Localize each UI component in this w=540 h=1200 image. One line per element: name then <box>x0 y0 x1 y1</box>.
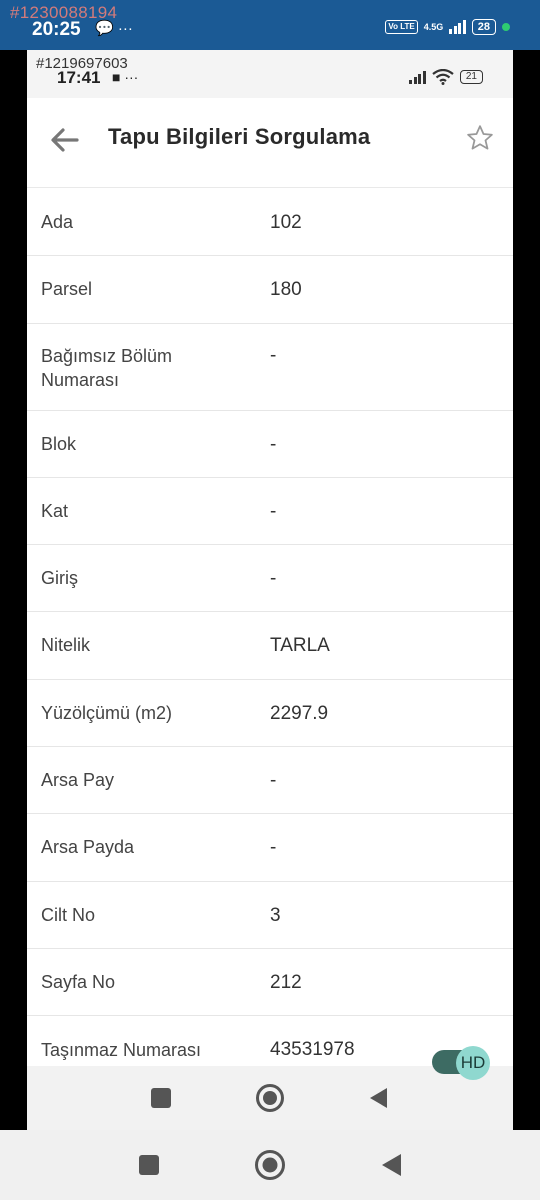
detail-value: 102 <box>270 212 302 233</box>
outer-status-icons: Vo LTE 4.5G 28 <box>385 19 510 35</box>
detail-row-giris: Giriş - <box>27 545 513 613</box>
detail-row-sayfa-no: Sayfa No 212 <box>27 949 513 1017</box>
detail-label: Nitelik <box>41 635 91 656</box>
detail-label: Bağımsız Bölüm Numarası <box>41 345 173 390</box>
inner-signal-icon <box>409 70 426 84</box>
inner-status-icons: 21 <box>409 69 483 85</box>
detail-row-yuzolcumu: Yüzölçümü (m2) 2297.9 <box>27 680 513 748</box>
inner-status-bar: #1219697603 17:41 ■ ··· 21 <box>27 50 513 98</box>
detail-value: - <box>270 837 277 859</box>
triangle-back-icon[interactable] <box>367 1086 389 1110</box>
property-details-list: Ada 102 Parsel 180 Bağımsız Bölüm Numara… <box>27 189 513 1084</box>
outer-circle-home-icon[interactable] <box>254 1149 286 1181</box>
hd-toggle[interactable]: HD <box>432 1046 492 1080</box>
privacy-dot-icon <box>502 23 510 31</box>
detail-label: Parsel <box>41 279 93 300</box>
signal-icon <box>449 20 466 34</box>
circle-home-icon[interactable] <box>255 1083 285 1113</box>
detail-row-blok: Blok - <box>27 411 513 478</box>
app-bar: Tapu Bilgileri Sorgulama <box>27 98 513 188</box>
detail-row-kat: Kat - <box>27 478 513 546</box>
detail-label: Blok <box>41 433 77 454</box>
detail-value: 2297.9 <box>270 702 329 724</box>
detail-row-parsel: Parsel 180 <box>27 256 513 324</box>
hd-toggle-label: HD <box>456 1046 490 1080</box>
outer-navigation-bar <box>0 1130 540 1200</box>
inner-clock: 17:41 <box>57 68 101 87</box>
detail-row-arsa-payda: Arsa Payda - <box>27 814 513 882</box>
inner-phone-screen: #1219697603 17:41 ■ ··· 21 Tapu Bilgiler… <box>27 50 513 1130</box>
detail-row-cilt-no: Cilt No 3 <box>27 882 513 949</box>
outer-triangle-back-icon[interactable] <box>379 1152 403 1178</box>
detail-value: - <box>270 568 277 590</box>
detail-value: 43531978 <box>270 1039 355 1061</box>
detail-value: - <box>270 500 277 522</box>
battery-icon: 28 <box>471 19 496 35</box>
detail-value: - <box>270 770 277 792</box>
volte-icon: Vo LTE <box>385 20 418 34</box>
detail-label: Kat <box>41 500 69 521</box>
outer-status-bar: #1230088194 20:25 💬 ··· Vo LTE 4.5G 28 <box>0 0 540 50</box>
wifi-icon <box>432 69 454 85</box>
inner-notification-icons: ■ ··· <box>112 69 139 85</box>
detail-row-nitelik: Nitelik TARLA <box>27 612 513 680</box>
detail-label: Arsa Pay <box>41 770 115 791</box>
detail-label: Cilt No <box>41 904 96 925</box>
network-type-label: 4.5G <box>423 21 444 32</box>
detail-row-bagimsiz-bolum: Bağımsız Bölüm Numarası - <box>27 324 513 411</box>
detail-value: - <box>270 344 277 366</box>
detail-label: Taşınmaz Numarası <box>41 1040 202 1061</box>
square-recents-icon[interactable] <box>150 1087 172 1109</box>
detail-label: Sayfa No <box>41 971 116 992</box>
detail-label: Arsa Payda <box>41 837 135 858</box>
outer-clock: 20:25 <box>32 19 81 40</box>
inner-battery-icon: 21 <box>459 70 483 84</box>
page-title: Tapu Bilgileri Sorgulama <box>108 124 371 149</box>
detail-value: 180 <box>270 279 302 301</box>
detail-label: Ada <box>41 212 74 232</box>
detail-value: - <box>270 433 277 455</box>
detail-label: Giriş <box>41 568 78 589</box>
star-outline-icon[interactable] <box>465 123 495 153</box>
detail-value: TARLA <box>270 635 330 657</box>
outer-notification-icons: 💬 ··· <box>95 20 133 37</box>
detail-label: Yüzölçümü (m2) <box>41 702 173 723</box>
detail-value: 3 <box>270 904 281 926</box>
detail-row-arsa-pay: Arsa Pay - <box>27 747 513 815</box>
detail-row-ada: Ada 102 <box>27 189 513 257</box>
outer-square-recents-icon[interactable] <box>138 1154 160 1176</box>
detail-value: 212 <box>270 971 302 993</box>
arrow-left-icon[interactable] <box>47 122 83 158</box>
